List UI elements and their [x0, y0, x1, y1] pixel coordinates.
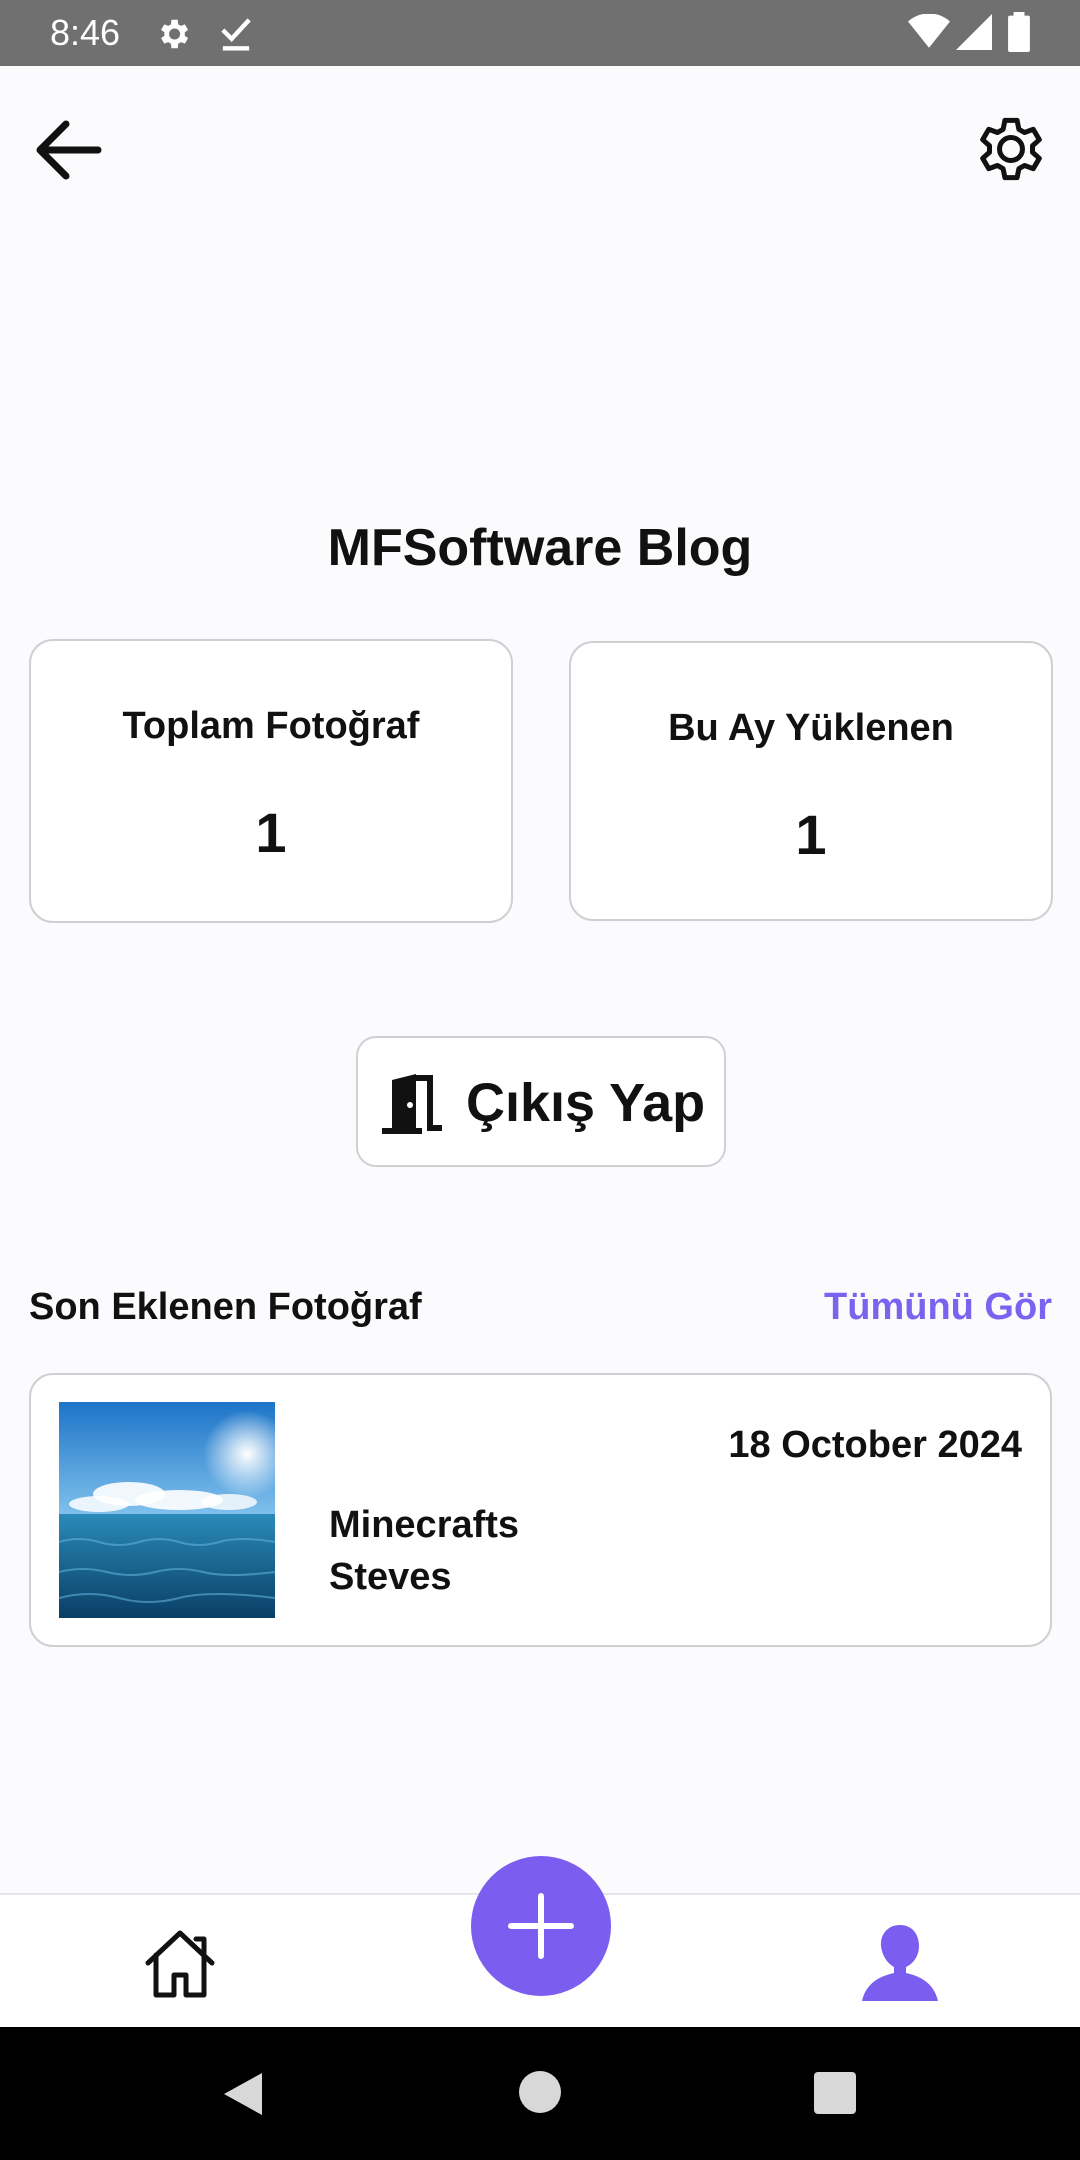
- see-all-link[interactable]: Tümünü Gör: [824, 1282, 1052, 1332]
- photo-date: 18 October 2024: [728, 1424, 1022, 1466]
- system-nav-bar: [0, 2027, 1080, 2160]
- page-title: MFSoftware Blog: [327, 519, 753, 577]
- stat-card-total-photos: Toplam Fotoğraf 1: [29, 639, 513, 923]
- nav-profile-button[interactable]: [858, 1921, 942, 2005]
- door-exit-icon: [382, 1074, 442, 1134]
- battery-icon: [1008, 12, 1030, 57]
- photo-title: Minecrafts: [329, 1504, 520, 1546]
- section-title: Son Eklenen Fotoğraf: [29, 1286, 422, 1328]
- home-icon: [145, 1930, 215, 1998]
- system-recents-button[interactable]: [814, 2072, 856, 2114]
- gear-icon: [980, 117, 1042, 181]
- status-time: 8:46: [50, 12, 121, 53]
- status-bar: 8:46: [0, 0, 1080, 66]
- settings-button[interactable]: [968, 106, 1054, 192]
- wifi-icon: [908, 13, 950, 55]
- stat-value: 1: [795, 803, 827, 866]
- add-photo-button[interactable]: [471, 1856, 611, 1996]
- signal-icon: [956, 14, 992, 55]
- stat-label: Bu Ay Yüklenen: [668, 707, 954, 749]
- stat-card-this-month: Bu Ay Yüklenen 1: [569, 641, 1053, 921]
- profile-icon: [862, 1925, 938, 2001]
- arrow-left-icon: [36, 120, 102, 180]
- system-home-button[interactable]: [519, 2071, 561, 2113]
- nav-home-button[interactable]: [140, 1925, 220, 2001]
- photo-thumbnail: [59, 1402, 275, 1618]
- recent-photo-card[interactable]: 18 October 2024 Minecrafts Steves: [29, 1373, 1052, 1647]
- back-button[interactable]: [30, 112, 110, 188]
- photo-author: Steves: [329, 1556, 452, 1598]
- check-icon: [218, 14, 254, 57]
- stat-label: Toplam Fotoğraf: [122, 705, 420, 747]
- gear-icon: [154, 15, 192, 58]
- stat-value: 1: [255, 801, 287, 864]
- logout-button[interactable]: Çıkış Yap: [356, 1036, 726, 1167]
- add-icon: [508, 1893, 574, 1959]
- logout-label: Çıkış Yap: [466, 1073, 706, 1133]
- triangle-back-icon: [224, 2073, 262, 2115]
- system-back-button[interactable]: [222, 2071, 264, 2122]
